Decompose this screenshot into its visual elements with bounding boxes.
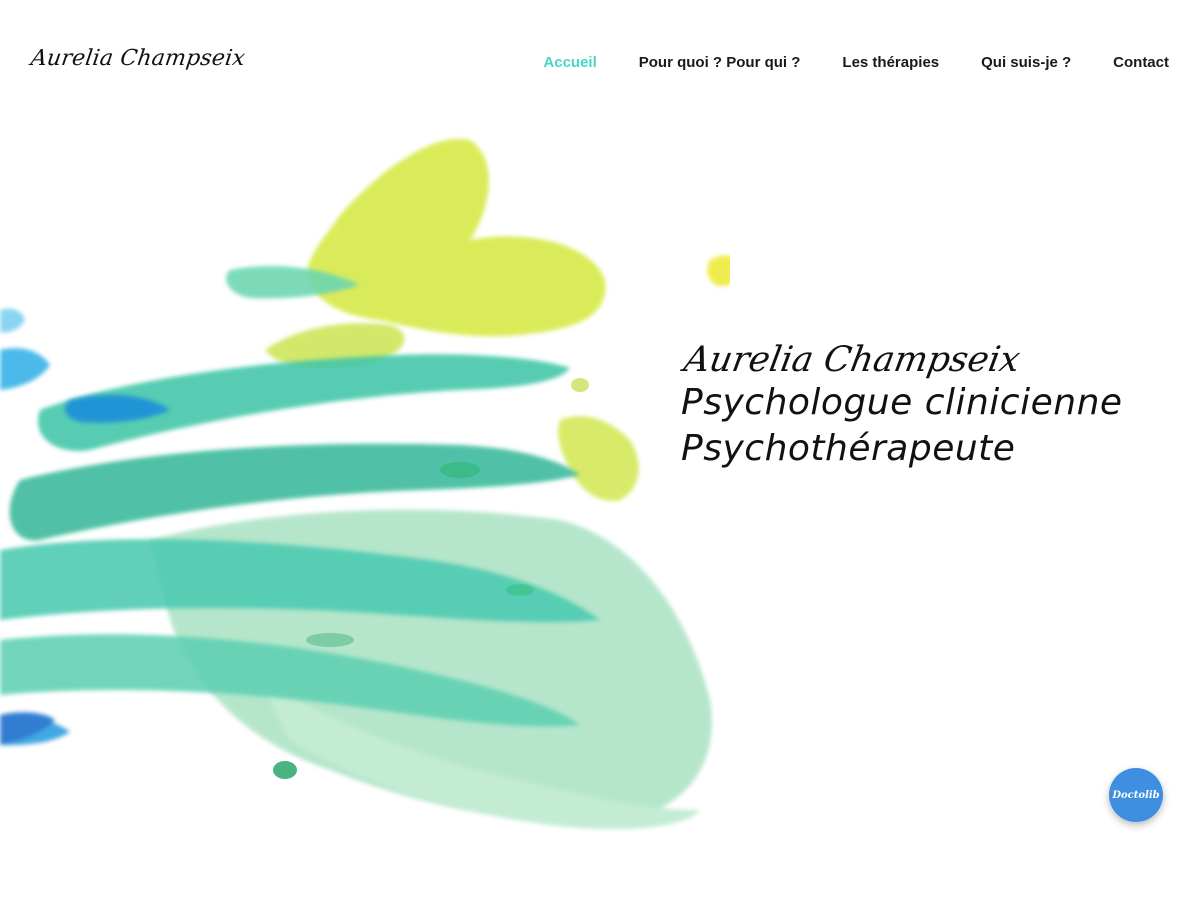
nav-item-pour-quoi-pour-qui[interactable]: Pour quoi ? Pour qui ? [639, 54, 801, 71]
nav-item-qui-suis-je[interactable]: Qui suis-je ? [981, 54, 1071, 71]
nav-item-accueil[interactable]: Accueil [543, 54, 596, 71]
nav-item-contact[interactable]: Contact [1113, 54, 1169, 71]
nav-item-les-therapies[interactable]: Les thérapies [842, 54, 939, 71]
hero-heading: Aurelia Champseix Psychologue clinicienn… [681, 340, 1181, 472]
logo[interactable]: Aurelia Champseix [29, 46, 247, 71]
hero-name: Aurelia Champseix [681, 340, 1024, 380]
main-nav: Accueil Pour quoi ? Pour qui ? Les théra… [543, 54, 1169, 71]
doctolib-button[interactable]: Doctolib [1109, 768, 1163, 822]
hero-title-psychologue: Psychologue clinicienne [681, 382, 1123, 424]
hero-title-psychotherapeute: Psychothérapeute [681, 428, 1016, 470]
site-header: Aurelia Champseix Accueil Pour quoi ? Po… [0, 0, 1200, 126]
watercolor-splash-icon [0, 138, 730, 830]
doctolib-icon: Doctolib [1112, 789, 1160, 801]
